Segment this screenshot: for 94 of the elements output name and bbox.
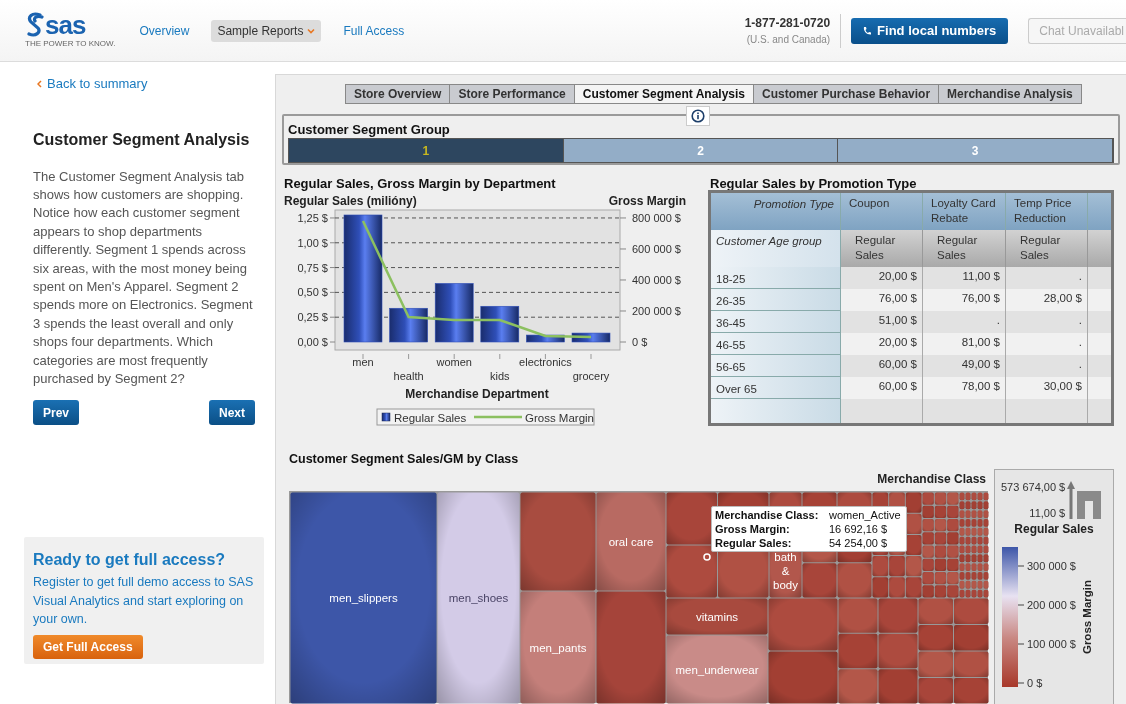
row-header: 46-55 [711,333,841,355]
segment-button[interactable]: 1 [289,139,564,162]
tick-label: 0,25 $ [297,311,328,324]
bar [526,334,565,343]
column-header: Regular Sales [1006,230,1088,267]
row-header: 56-65 [711,355,841,377]
axis-title: Regular Sales (milióny) [284,194,417,208]
table-cell: 78,00 $ [923,377,1006,399]
filter-title: Customer Segment Group [288,121,451,138]
bar [480,305,520,343]
info-icon[interactable] [691,109,705,123]
tick-label: 0 $ [1027,676,1043,689]
tab[interactable]: Customer Purchase Behavior [753,84,940,104]
tooltip-value: 54 254,00 $ [829,535,889,550]
row-header: 26-35 [711,289,841,311]
tooltip-label: Gross Margin: [715,521,791,536]
tab[interactable]: Merchandise Analysis [938,84,1082,104]
legend-value: 573 674,00 $ [1001,479,1066,495]
bar [434,283,474,343]
axis-title: Gross Margin [1081,579,1093,654]
phone-number: 1-877-281-0720 [744,15,831,32]
tooltip-label: Merchandise Class: [715,507,820,522]
tick-label: 0,00 $ [297,336,328,348]
tick-label: 0,75 $ [297,261,328,274]
tick-label: 200 000 $ [1027,598,1076,611]
phone-icon [863,26,872,35]
panel-title: Customer Segment Analysis [33,129,251,150]
category-label: grocery [572,370,610,382]
tooltip-value: 16 692,16 $ [829,521,889,536]
axis-title: Merchandise Department [405,387,549,401]
logo-icon [25,12,45,38]
category-label: men [352,356,374,368]
nav-button[interactable]: Next [209,400,255,426]
category-label: women [436,356,472,368]
treemap-tile[interactable]: men_shoes [437,492,520,704]
tick-label: 600 000 $ [632,242,681,255]
table-title: Regular Sales by Promotion Type [710,175,918,190]
category-label: kids [490,370,510,382]
tick-label: 100 000 $ [1027,637,1076,650]
tooltip-value: women_Active [829,507,902,522]
nav-link[interactable]: Full Access [343,19,405,42]
treemap-tile[interactable]: men_slippers [290,492,437,704]
bar [389,307,428,343]
tick-label: 400 000 $ [632,274,681,286]
find-numbers-button[interactable]: Find local numbers [851,17,1009,44]
caret-icon [307,27,316,34]
tick-label: 200 000 $ [632,305,681,317]
chart-title: Regular Sales, Gross Margin by Department [284,176,556,191]
legend-label: Regular Sales [394,411,467,424]
bar [571,332,611,343]
chevron-left-icon [37,79,42,88]
chart-title: Customer Segment Sales/GM by Class [289,451,520,468]
category-label: electronics [519,356,572,368]
tab[interactable]: Store Overview [345,84,451,104]
legend-swatch [474,415,522,419]
treemap-tile[interactable]: oral care [596,492,666,591]
tick-label: 1,00 $ [297,236,328,249]
description: The Customer Segment Analysis tab shows how customers are shopping. Notice how each customer segment appears to shop departments differently. Segment 1 spends across six areas, with the most money being spent on Men's Apparel. Segment 2 spends more on Electronics. Segment 3 spends the least overall and only shops four departments. Which categories are most frequently purchased by Segment 2? [33,167,254,388]
row-header: Over 65 [711,377,841,399]
tick-label: 800 000 $ [632,211,681,224]
promo-text: Register to get full demo access to SAS Visual Analytics and start exploring on your own. [33,574,255,629]
legend-label: Gross Margin [525,411,595,424]
table-cell: 60,00 $ [841,377,923,399]
column-header [1088,230,1111,267]
row-header: 36-45 [711,311,841,333]
table-cell: 30,00 $ [1006,377,1088,399]
category-label: health [393,370,424,382]
tick-label: 1,25 $ [297,211,328,224]
cursor-ring-icon [703,553,711,561]
level-label: Merchandise Class [877,470,986,488]
column-header: Regular Sales [841,230,923,267]
legend-value: 11,00 $ [1029,506,1066,522]
treemap-tile[interactable]: men_pants [520,591,596,704]
tick-label: 300 000 $ [1027,559,1076,572]
tick-label: 0 $ [632,336,648,348]
nav-link[interactable]: Overview [139,19,190,42]
axis-title: Gross Margin [608,194,686,208]
back-link[interactable]: Back to summary [37,74,275,94]
tab[interactable]: Customer Segment Analysis [573,84,755,104]
row-header: Customer Age group [711,230,841,267]
treemap-tile[interactable]: vitamins [666,598,768,635]
promo-title: Ready to get full access? [33,550,227,571]
nav-button[interactable]: Prev [33,400,80,426]
logo-text: sas [45,12,86,38]
column-header: Regular Sales [923,230,1006,267]
tab[interactable]: Store Performance [449,84,575,104]
phone-note: (U.S. and Canada) [746,33,831,47]
tick-label: 0,50 $ [297,286,328,299]
tagline: THE POWER TO KNOW. [25,39,116,49]
legend-title: Regular Sales [1014,520,1094,538]
nav-link[interactable]: Sample Reports [211,19,322,42]
full-access-button[interactable]: Get Full Access [33,634,143,659]
row-header: 18-25 [711,267,841,289]
legend-swatch [381,412,391,422]
